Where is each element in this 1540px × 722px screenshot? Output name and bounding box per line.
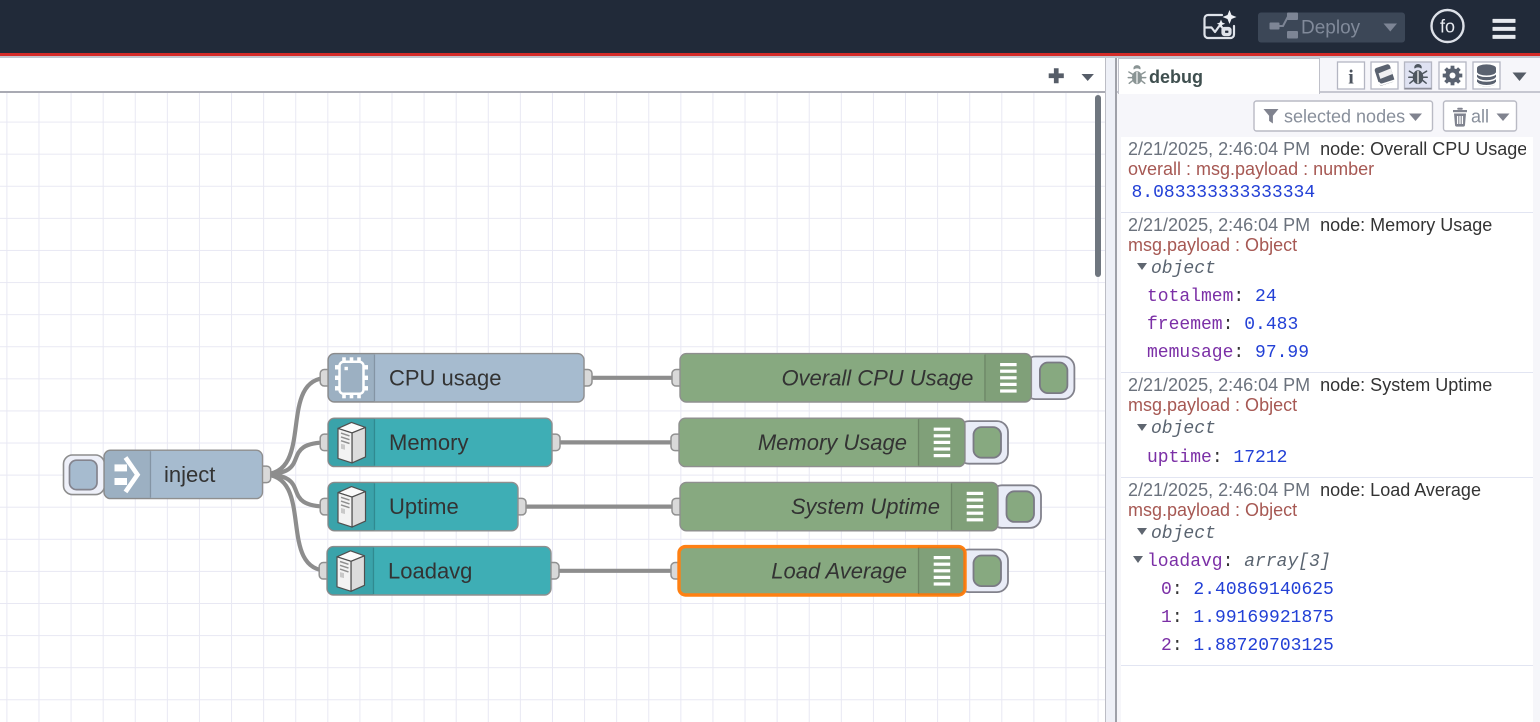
svg-text:Deploy: Deploy xyxy=(1301,18,1361,39)
svg-text:selected nodes: selected nodes xyxy=(1284,107,1405,127)
svg-text:CPU usage: CPU usage xyxy=(389,365,502,390)
svg-text:System Uptime: System Uptime xyxy=(791,494,940,519)
svg-text:Uptime: Uptime xyxy=(389,494,459,519)
svg-text:Overall CPU Usage: Overall CPU Usage xyxy=(781,365,973,390)
svg-text:i: i xyxy=(1348,67,1354,89)
svg-text:Memory Usage: Memory Usage xyxy=(758,430,907,455)
svg-text:Load Average: Load Average xyxy=(771,558,907,583)
svg-text:debug: debug xyxy=(1149,67,1203,87)
svg-text:inject: inject xyxy=(164,462,215,487)
svg-text:Memory: Memory xyxy=(389,430,468,455)
svg-text:fo: fo xyxy=(1440,17,1455,37)
svg-text:Loadavg: Loadavg xyxy=(388,558,472,583)
svg-text:all: all xyxy=(1471,107,1489,127)
